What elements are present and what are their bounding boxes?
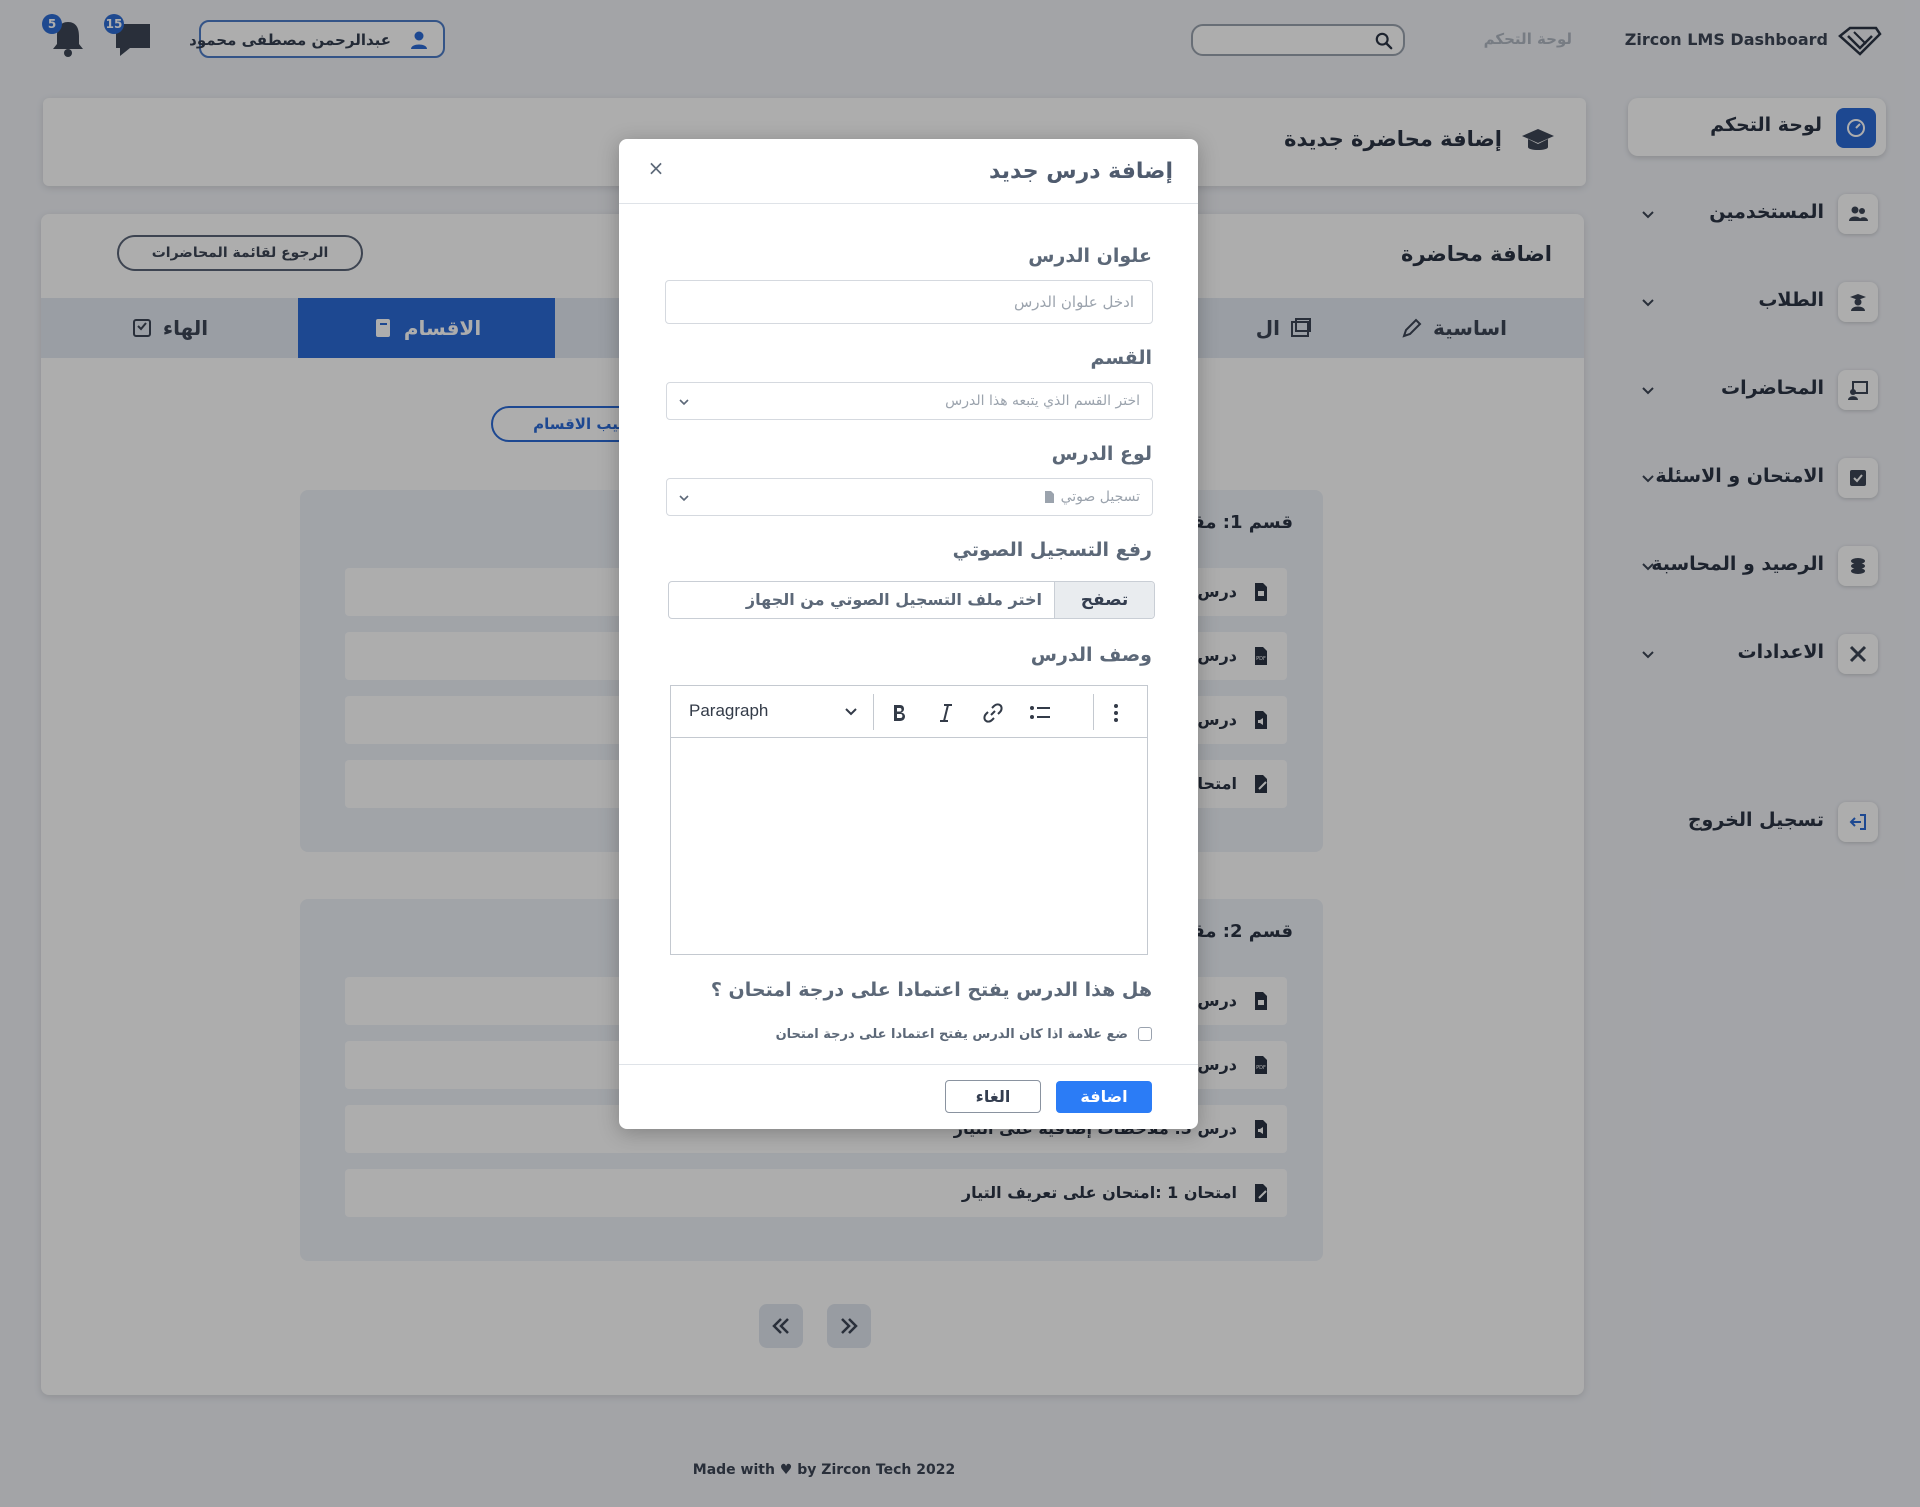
toolbar-divider (873, 694, 874, 730)
audio-file-input[interactable]: تصفح اختر ملف التسجيل الصوتي من الجهاز (668, 581, 1155, 619)
italic-button[interactable] (933, 700, 959, 726)
paragraph-format-value: Paragraph (689, 701, 769, 720)
vertical-dots-icon (1114, 704, 1118, 722)
file-icon (1044, 491, 1054, 503)
exam-unlock-option: ضع علامة اذا كان الدرس يفتح اعتمادا على … (776, 1025, 1152, 1043)
lesson-title-placeholder: ادخل علوان الدرس (1013, 293, 1134, 311)
lesson-title-input[interactable]: ادخل علوان الدرس (665, 280, 1153, 324)
link-icon (983, 703, 1003, 723)
modal-title: إضافة درس جديد (989, 159, 1173, 184)
link-button[interactable] (980, 700, 1006, 726)
lesson-type-value: تسجيل صوتي (1060, 489, 1140, 505)
add-lesson-modal: إضافة درس جديد × علوان الدرس ادخل علوان … (619, 139, 1198, 1129)
toolbar-divider (1093, 694, 1094, 730)
exam-unlock-question: هل هذا الدرس يفتح اعتمادا على درجة امتحا… (710, 979, 1152, 1001)
exam-unlock-checkbox[interactable] (1138, 1027, 1152, 1041)
section-label: القسم (1090, 347, 1152, 369)
section-select[interactable]: اختر القسم الذي يتبعه هذا الدرس (666, 382, 1153, 420)
cancel-button[interactable]: الغاء (945, 1080, 1041, 1113)
bulleted-list-button[interactable] (1027, 700, 1053, 726)
lesson-type-select[interactable]: تسجيل صوتي (666, 478, 1153, 516)
lesson-type-select-value: تسجيل صوتي (1043, 489, 1140, 505)
exam-unlock-checkbox-label: ضع علامة اذا كان الدرس يفتح اعتمادا على … (775, 1026, 1128, 1042)
chevron-down-icon (845, 708, 857, 716)
chevron-down-icon (679, 399, 689, 406)
modal-footer: اضافة الغاء (619, 1064, 1198, 1129)
upload-label: رفع التسجيل الصوتي (952, 539, 1152, 561)
italic-icon (940, 704, 952, 722)
more-options-button[interactable] (1103, 700, 1129, 726)
lesson-title-label: علوان الدرس (1028, 245, 1152, 267)
lesson-type-label: لوع الدرس (1051, 443, 1152, 465)
description-editor: Paragraph (670, 685, 1148, 955)
description-label: وصف الدرس (1030, 644, 1152, 666)
chevron-down-icon (679, 495, 689, 502)
browse-button[interactable]: تصفح (1054, 582, 1154, 618)
paragraph-format-select[interactable]: Paragraph (689, 701, 859, 723)
section-select-value: اختر القسم الذي يتبعه هذا الدرس (945, 393, 1140, 409)
description-textarea[interactable] (671, 738, 1147, 954)
add-button[interactable]: اضافة (1056, 1081, 1152, 1113)
modal-header: إضافة درس جديد × (619, 139, 1198, 204)
bulleted-list-icon (1030, 706, 1050, 719)
bold-button[interactable] (886, 700, 912, 726)
editor-toolbar: Paragraph (671, 686, 1147, 738)
close-icon[interactable]: × (645, 157, 667, 179)
bold-icon (894, 705, 905, 721)
file-placeholder: اختر ملف التسجيل الصوتي من الجهاز (745, 590, 1042, 609)
